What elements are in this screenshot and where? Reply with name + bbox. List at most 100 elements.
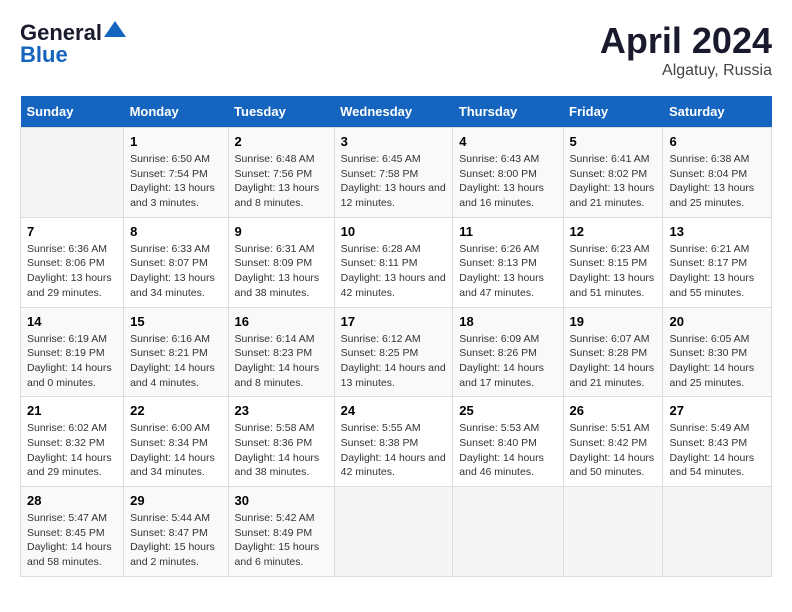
day-cell: 21 Sunrise: 6:02 AMSunset: 8:32 PMDayligh… [21, 397, 124, 487]
day-cell: 20Sunrise: 6:05 AMSunset: 8:30 PMDayligh… [663, 307, 772, 397]
day-number: 18 [459, 314, 556, 329]
day-number: 16 [235, 314, 328, 329]
day-cell: 13Sunrise: 6:21 AMSunset: 8:17 PMDayligh… [663, 217, 772, 307]
weekday-header-wednesday: Wednesday [334, 96, 453, 128]
day-number: 1 [130, 134, 221, 149]
day-info: Sunrise: 5:58 AMSunset: 8:36 PMDaylight:… [235, 421, 328, 480]
day-cell: 24Sunrise: 5:55 AMSunset: 8:38 PMDayligh… [334, 397, 453, 487]
day-number: 3 [341, 134, 447, 149]
day-info: Sunrise: 5:47 AMSunset: 8:45 PMDaylight:… [27, 511, 117, 570]
day-cell: 22 Sunrise: 6:00 AMSunset: 8:34 PMDayligh… [124, 397, 228, 487]
day-cell: 29 Sunrise: 5:44 AMSunset: 8:47 PMDayligh… [124, 487, 228, 577]
weekday-header-sunday: Sunday [21, 96, 124, 128]
day-number: 5 [570, 134, 657, 149]
week-row-2: 7 Sunrise: 6:36 AMSunset: 8:06 PMDaylight… [21, 217, 772, 307]
day-cell: 19 Sunrise: 6:07 AMSunset: 8:28 PMDayligh… [563, 307, 663, 397]
day-cell [21, 128, 124, 218]
day-number: 15 [130, 314, 221, 329]
day-info: Sunrise: 6:14 AMSunset: 8:23 PMDaylight:… [235, 332, 328, 391]
day-number: 27 [669, 403, 765, 418]
day-number: 30 [235, 493, 328, 508]
day-number: 7 [27, 224, 117, 239]
day-info: Sunrise: 6:00 AMSunset: 8:34 PMDaylight:… [130, 421, 221, 480]
day-number: 21 [27, 403, 117, 418]
day-cell: 9 Sunrise: 6:31 AMSunset: 8:09 PMDaylight… [228, 217, 334, 307]
month-year: April 2024 [600, 20, 772, 62]
day-info: Sunrise: 5:42 AMSunset: 8:49 PMDaylight:… [235, 511, 328, 570]
logo: General Blue [20, 20, 126, 68]
day-info: Sunrise: 6:23 AMSunset: 8:15 PMDaylight:… [570, 242, 657, 301]
day-cell: 3 Sunrise: 6:45 AMSunset: 7:58 PMDaylight… [334, 128, 453, 218]
day-cell: 25Sunrise: 5:53 AMSunset: 8:40 PMDayligh… [453, 397, 563, 487]
day-cell: 10Sunrise: 6:28 AMSunset: 8:11 PMDayligh… [334, 217, 453, 307]
day-number: 26 [570, 403, 657, 418]
day-cell [663, 487, 772, 577]
weekday-header-thursday: Thursday [453, 96, 563, 128]
day-number: 17 [341, 314, 447, 329]
day-cell: 18 Sunrise: 6:09 AMSunset: 8:26 PMDayligh… [453, 307, 563, 397]
weekday-header-tuesday: Tuesday [228, 96, 334, 128]
day-cell: 28 Sunrise: 5:47 AMSunset: 8:45 PMDayligh… [21, 487, 124, 577]
day-info: Sunrise: 6:33 AMSunset: 8:07 PMDaylight:… [130, 242, 221, 301]
calendar-table: SundayMondayTuesdayWednesdayThursdayFrid… [20, 96, 772, 577]
day-number: 24 [341, 403, 447, 418]
day-info: Sunrise: 6:41 AMSunset: 8:02 PMDaylight:… [570, 152, 657, 211]
day-cell: 5 Sunrise: 6:41 AMSunset: 8:02 PMDaylight… [563, 128, 663, 218]
day-cell: 8 Sunrise: 6:33 AMSunset: 8:07 PMDaylight… [124, 217, 228, 307]
day-cell: 27Sunrise: 5:49 AMSunset: 8:43 PMDayligh… [663, 397, 772, 487]
day-number: 11 [459, 224, 556, 239]
weekday-header-monday: Monday [124, 96, 228, 128]
day-info: Sunrise: 6:45 AMSunset: 7:58 PMDaylight:… [341, 152, 447, 211]
day-info: Sunrise: 6:07 AMSunset: 8:28 PMDaylight:… [570, 332, 657, 391]
week-row-5: 28 Sunrise: 5:47 AMSunset: 8:45 PMDayligh… [21, 487, 772, 577]
day-number: 28 [27, 493, 117, 508]
weekday-header-friday: Friday [563, 96, 663, 128]
day-info: Sunrise: 6:12 AMSunset: 8:25 PMDaylight:… [341, 332, 447, 391]
day-number: 6 [669, 134, 765, 149]
logo-blue: Blue [20, 42, 68, 68]
day-info: Sunrise: 6:16 AMSunset: 8:21 PMDaylight:… [130, 332, 221, 391]
day-info: Sunrise: 6:26 AMSunset: 8:13 PMDaylight:… [459, 242, 556, 301]
day-cell: 23Sunrise: 5:58 AMSunset: 8:36 PMDayligh… [228, 397, 334, 487]
logo-icon [104, 21, 126, 37]
day-cell [453, 487, 563, 577]
day-number: 19 [570, 314, 657, 329]
day-number: 8 [130, 224, 221, 239]
day-number: 29 [130, 493, 221, 508]
day-cell: 14 Sunrise: 6:19 AMSunset: 8:19 PMDayligh… [21, 307, 124, 397]
day-number: 9 [235, 224, 328, 239]
day-number: 14 [27, 314, 117, 329]
day-number: 10 [341, 224, 447, 239]
day-info: Sunrise: 6:31 AMSunset: 8:09 PMDaylight:… [235, 242, 328, 301]
day-cell: 1 Sunrise: 6:50 AMSunset: 7:54 PMDaylight… [124, 128, 228, 218]
day-number: 22 [130, 403, 221, 418]
day-cell: 7 Sunrise: 6:36 AMSunset: 8:06 PMDaylight… [21, 217, 124, 307]
day-cell [334, 487, 453, 577]
day-info: Sunrise: 6:38 AMSunset: 8:04 PMDaylight:… [669, 152, 765, 211]
location: Algatuy, Russia [600, 62, 772, 80]
day-cell: 6 Sunrise: 6:38 AMSunset: 8:04 PMDaylight… [663, 128, 772, 218]
day-cell [563, 487, 663, 577]
day-info: Sunrise: 6:48 AMSunset: 7:56 PMDaylight:… [235, 152, 328, 211]
day-cell: 26Sunrise: 5:51 AMSunset: 8:42 PMDayligh… [563, 397, 663, 487]
page-header: General Blue April 2024 Algatuy, Russia [20, 20, 772, 80]
day-number: 4 [459, 134, 556, 149]
day-info: Sunrise: 6:02 AMSunset: 8:32 PMDaylight:… [27, 421, 117, 480]
weekday-header-saturday: Saturday [663, 96, 772, 128]
day-info: Sunrise: 6:50 AMSunset: 7:54 PMDaylight:… [130, 152, 221, 211]
day-cell: 15 Sunrise: 6:16 AMSunset: 8:21 PMDayligh… [124, 307, 228, 397]
day-cell: 11 Sunrise: 6:26 AMSunset: 8:13 PMDayligh… [453, 217, 563, 307]
day-info: Sunrise: 6:21 AMSunset: 8:17 PMDaylight:… [669, 242, 765, 301]
day-number: 12 [570, 224, 657, 239]
day-info: Sunrise: 6:36 AMSunset: 8:06 PMDaylight:… [27, 242, 117, 301]
day-cell: 17 Sunrise: 6:12 AMSunset: 8:25 PMDayligh… [334, 307, 453, 397]
week-row-1: 1 Sunrise: 6:50 AMSunset: 7:54 PMDaylight… [21, 128, 772, 218]
day-info: Sunrise: 5:53 AMSunset: 8:40 PMDaylight:… [459, 421, 556, 480]
week-row-3: 14 Sunrise: 6:19 AMSunset: 8:19 PMDayligh… [21, 307, 772, 397]
week-row-4: 21 Sunrise: 6:02 AMSunset: 8:32 PMDayligh… [21, 397, 772, 487]
title-block: April 2024 Algatuy, Russia [600, 20, 772, 80]
day-info: Sunrise: 6:19 AMSunset: 8:19 PMDaylight:… [27, 332, 117, 391]
day-info: Sunrise: 5:44 AMSunset: 8:47 PMDaylight:… [130, 511, 221, 570]
day-number: 20 [669, 314, 765, 329]
day-info: Sunrise: 6:09 AMSunset: 8:26 PMDaylight:… [459, 332, 556, 391]
